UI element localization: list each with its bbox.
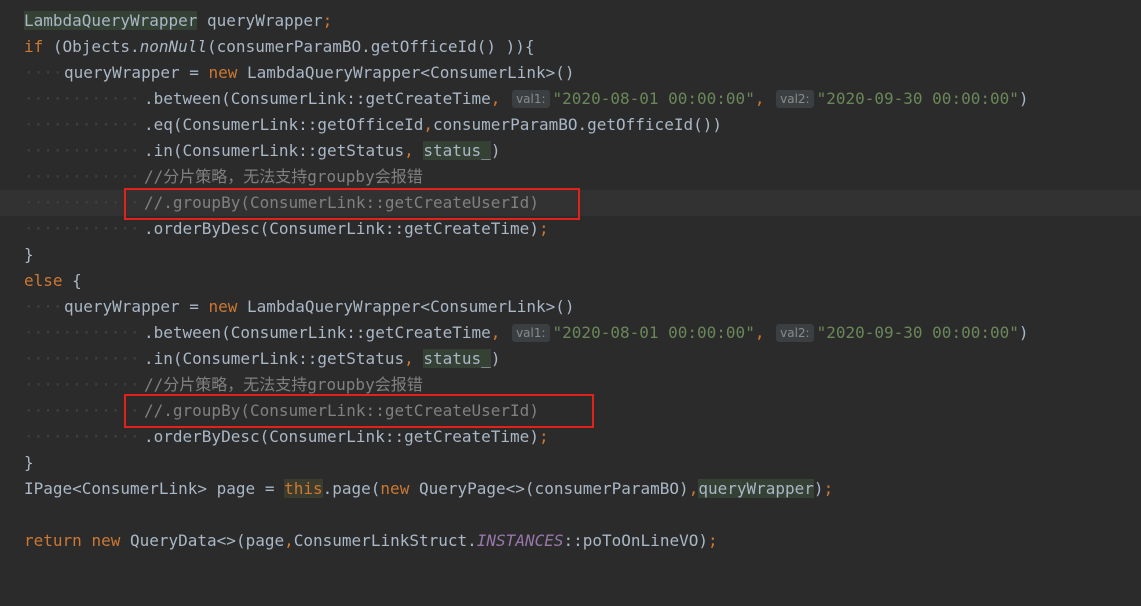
code-line-12: .between(ConsumerLink::getCreateTime, va… (144, 323, 1029, 342)
code-line-1: if (Objects.nonNull(consumerParamBO.getO… (24, 37, 535, 56)
code-line[interactable]: ············ .orderByDesc(ConsumerLink::… (0, 216, 1141, 242)
code-line-8: .orderByDesc(ConsumerLink::getCreateTime… (144, 219, 549, 238)
code-line-20: return new QueryData<>(page,ConsumerLink… (24, 531, 718, 550)
parameter-hint: val1: (512, 324, 550, 342)
code-line[interactable]: if (Objects.nonNull(consumerParamBO.getO… (0, 34, 1141, 60)
indent-guide: ············ (24, 89, 140, 108)
code-line-10: else { (24, 271, 82, 290)
code-line[interactable]: ···· queryWrapper = new LambdaQueryWrapp… (0, 294, 1141, 320)
indent-guide: ············ (24, 427, 140, 446)
code-line[interactable]: ············ .between(ConsumerLink::getC… (0, 86, 1141, 112)
code-line-2: queryWrapper = new LambdaQueryWrapper<Co… (64, 63, 575, 82)
code-line[interactable]: else { (0, 268, 1141, 294)
parameter-hint: val1: (512, 90, 550, 108)
code-line-18: IPage<ConsumerLink> page = this.page(new… (24, 479, 834, 498)
indent-guide: ············ (24, 141, 140, 160)
code-line-current[interactable]: ············ //.groupBy(ConsumerLink::ge… (0, 190, 1141, 216)
code-line[interactable]: return new QueryData<>(page,ConsumerLink… (0, 528, 1141, 554)
code-line[interactable]: } (0, 242, 1141, 268)
indent-guide: ············ (24, 323, 140, 342)
code-line[interactable]: ············ .in(ConsumerLink::getStatus… (0, 346, 1141, 372)
code-editor[interactable]: LambdaQueryWrapper queryWrapper; if (Obj… (0, 0, 1141, 563)
indent-guide: ············ (24, 401, 140, 420)
code-line[interactable]: ············ //.groupBy(ConsumerLink::ge… (0, 398, 1141, 424)
code-line-4: .eq(ConsumerLink::getOfficeId,consumerPa… (144, 115, 722, 134)
code-line-0: LambdaQueryWrapper queryWrapper; (24, 11, 333, 30)
code-line-5: .in(ConsumerLink::getStatus, status_) (144, 141, 501, 160)
parameter-hint: val2: (776, 90, 814, 108)
parameter-hint: val2: (776, 324, 814, 342)
code-line-11: queryWrapper = new LambdaQueryWrapper<Co… (64, 297, 575, 316)
code-line[interactable]: } (0, 450, 1141, 476)
code-line[interactable] (0, 502, 1141, 528)
code-line[interactable]: ············ .eq(ConsumerLink::getOffice… (0, 112, 1141, 138)
indent-guide: ············ (24, 375, 140, 394)
code-line[interactable]: LambdaQueryWrapper queryWrapper; (0, 8, 1141, 34)
code-line[interactable]: ············ //分片策略，无法支持groupby会报错 (0, 372, 1141, 398)
indent-guide: ············ (24, 193, 140, 212)
code-line-15: //.groupBy(ConsumerLink::getCreateUserId… (144, 401, 539, 420)
code-line[interactable]: ············ .in(ConsumerLink::getStatus… (0, 138, 1141, 164)
indent-guide: ············ (24, 115, 140, 134)
code-line-6: //分片策略，无法支持groupby会报错 (144, 167, 423, 186)
code-line-7: //.groupBy(ConsumerLink::getCreateUserId… (144, 193, 539, 212)
indent-guide: ············ (24, 219, 140, 238)
code-line[interactable]: ············ .between(ConsumerLink::getC… (0, 320, 1141, 346)
code-line-16: .orderByDesc(ConsumerLink::getCreateTime… (144, 427, 549, 446)
code-line-13: .in(ConsumerLink::getStatus, status_) (144, 349, 501, 368)
code-line[interactable]: ···· queryWrapper = new LambdaQueryWrapp… (0, 60, 1141, 86)
indent-guide: ············ (24, 167, 140, 186)
code-line-3: .between(ConsumerLink::getCreateTime, va… (144, 89, 1029, 108)
indent-guide: ···· (24, 297, 63, 316)
code-line-14: //分片策略，无法支持groupby会报错 (144, 375, 423, 394)
indent-guide: ···· (24, 63, 63, 82)
code-line[interactable]: IPage<ConsumerLink> page = this.page(new… (0, 476, 1141, 502)
code-line[interactable]: ············ //分片策略，无法支持groupby会报错 (0, 164, 1141, 190)
code-line[interactable]: ············ .orderByDesc(ConsumerLink::… (0, 424, 1141, 450)
indent-guide: ············ (24, 349, 140, 368)
code-line-17: } (24, 453, 34, 472)
code-line-9: } (24, 245, 34, 264)
